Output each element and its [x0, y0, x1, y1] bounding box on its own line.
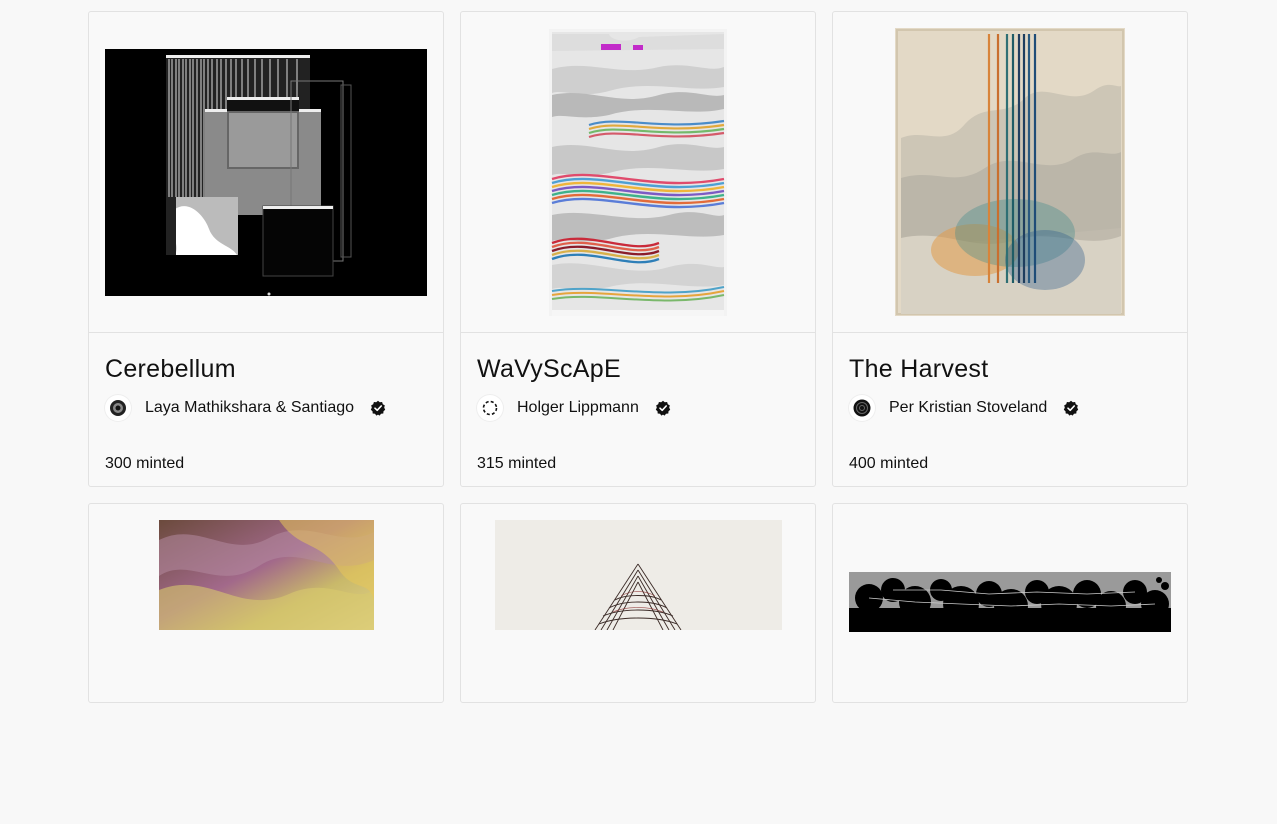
artwork-thumbnail[interactable]: [461, 12, 815, 333]
project-card-wavyscape[interactable]: WaVyScApE Holger Lippmann 315 minted: [460, 11, 816, 487]
verified-check-icon: [1063, 400, 1079, 416]
project-card-row2-1[interactable]: [88, 503, 444, 703]
artwork-abstract-folds: [158, 520, 374, 630]
artist-name[interactable]: Holger Lippmann: [517, 399, 639, 417]
minted-count: 315 minted: [477, 455, 557, 472]
verified-check-icon: [655, 400, 671, 416]
avatar-dotted-circle-icon: [482, 400, 498, 416]
artwork-black-circles: [849, 572, 1171, 632]
artwork-line-pyramid: [494, 520, 782, 630]
artist-avatar: [477, 395, 503, 421]
artwork-thumbnail[interactable]: [89, 12, 443, 333]
verified-check-icon: [370, 400, 386, 416]
artist-name[interactable]: Per Kristian Stoveland: [889, 399, 1047, 417]
artist-row[interactable]: Per Kristian Stoveland: [849, 393, 1171, 423]
project-grid: Cerebellum Laya Mathikshara & Santiago 3…: [88, 11, 1188, 703]
project-card-the-harvest[interactable]: The Harvest Per Kristian Stoveland 400 m…: [832, 11, 1188, 487]
artwork-cerebellum: [105, 48, 427, 296]
artist-avatar: [849, 395, 875, 421]
avatar-pattern-icon: [853, 399, 871, 417]
artist-row[interactable]: Laya Mathikshara & Santiago: [105, 393, 427, 423]
project-card-cerebellum[interactable]: Cerebellum Laya Mathikshara & Santiago 3…: [88, 11, 444, 487]
minted-count: 300 minted: [105, 455, 185, 472]
avatar-eye-icon: [110, 400, 126, 416]
artwork-the-harvest: [895, 28, 1125, 316]
project-card-row2-3[interactable]: [832, 503, 1188, 703]
project-title[interactable]: WaVyScApE: [477, 353, 799, 385]
minted-count: 400 minted: [849, 455, 929, 472]
artwork-thumbnail[interactable]: [833, 12, 1187, 333]
project-card-row2-2[interactable]: [460, 503, 816, 703]
artwork-thumbnail[interactable]: [461, 504, 815, 824]
artwork-thumbnail[interactable]: [833, 504, 1187, 824]
project-title[interactable]: The Harvest: [849, 353, 1171, 385]
artist-row[interactable]: Holger Lippmann: [477, 393, 799, 423]
artist-avatar: [105, 395, 131, 421]
project-title[interactable]: Cerebellum: [105, 353, 427, 385]
artwork-thumbnail[interactable]: [89, 504, 443, 824]
artwork-wavyscape: [549, 28, 727, 316]
artist-name[interactable]: Laya Mathikshara & Santiago: [145, 399, 354, 417]
